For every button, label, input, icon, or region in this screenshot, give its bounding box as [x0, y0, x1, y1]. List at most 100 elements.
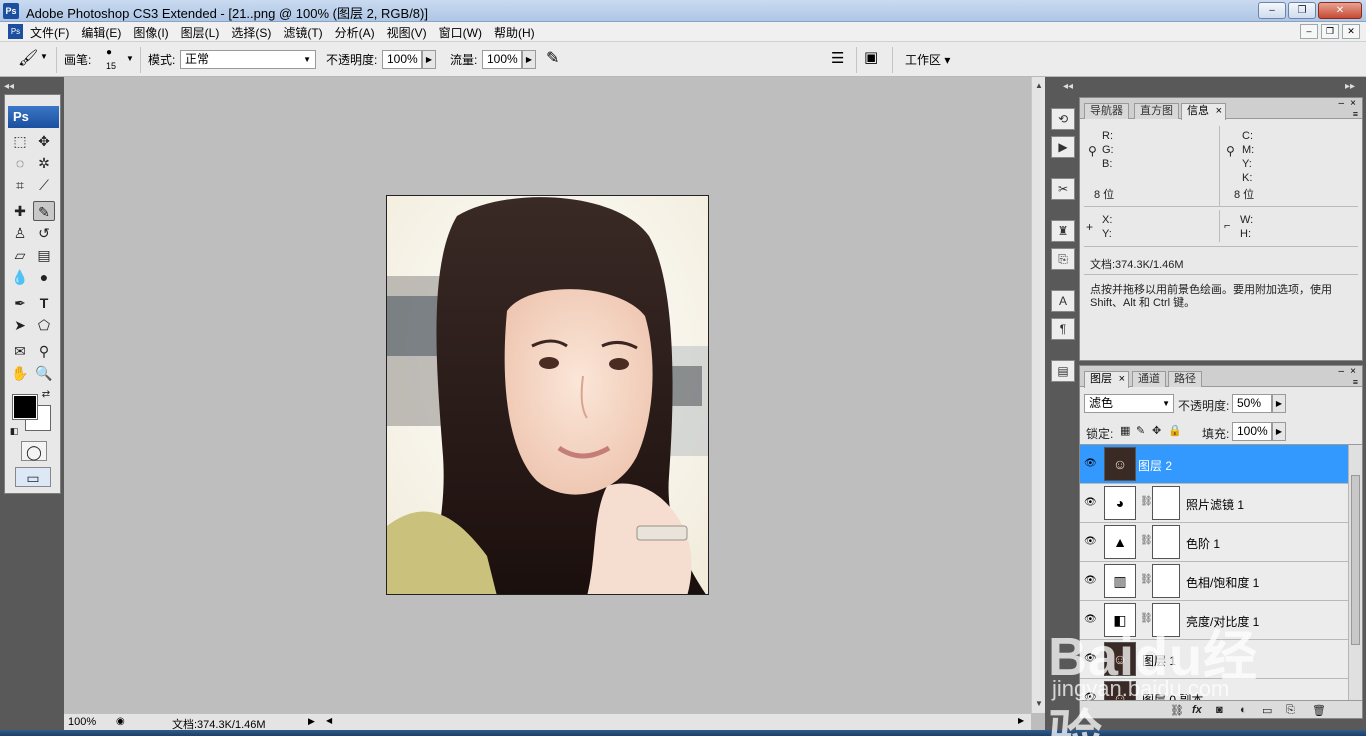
screen-mode-button[interactable]: ▭ — [15, 467, 51, 487]
delete-layer-icon[interactable]: 🗑 — [1312, 704, 1326, 717]
layer-style-icon[interactable]: fx — [1192, 704, 1202, 716]
default-colors-icon[interactable]: ◧ — [7, 421, 21, 441]
link-layers-icon[interactable]: ⛓ — [1170, 704, 1184, 717]
visibility-eye-icon[interactable]: 👁 — [1084, 614, 1097, 625]
lasso-tool-icon[interactable]: ◌ — [9, 153, 31, 173]
eraser-tool-icon[interactable]: ▱ — [9, 245, 31, 265]
palette-well-icon[interactable]: ☰ — [831, 49, 844, 67]
menu-filter[interactable]: 滤镜(T) — [283, 24, 330, 41]
brushes-panel-icon[interactable]: ♜ — [1051, 220, 1075, 242]
blend-mode-select[interactable]: 滤色 ▼ — [1084, 394, 1174, 413]
opacity-slider-button[interactable]: ▶ — [422, 50, 436, 69]
doc-restore-button[interactable]: ❐ — [1321, 24, 1339, 39]
status-menu-icon[interactable]: ◉ — [116, 716, 125, 727]
minimize-button[interactable]: – — [1258, 2, 1286, 19]
brush-picker-chevron-icon[interactable]: ▼ — [126, 54, 134, 63]
history-brush-tool-icon[interactable]: ↺ — [33, 223, 55, 243]
pen-tool-icon[interactable]: ✒ — [9, 293, 31, 313]
layers-scrollbar[interactable] — [1348, 445, 1362, 700]
menu-file[interactable]: 文件(F) — [30, 24, 77, 41]
close-icon[interactable]: × — [1119, 372, 1125, 387]
visibility-eye-icon[interactable]: 👁 — [1084, 653, 1097, 664]
actions-panel-icon[interactable]: ▶ — [1051, 136, 1075, 158]
blur-tool-icon[interactable]: 💧 — [9, 267, 31, 287]
tool-presets-panel-icon[interactable]: ✂ — [1051, 178, 1075, 200]
flow-slider-button[interactable]: ▶ — [522, 50, 536, 69]
crop-tool-icon[interactable]: ⌗ — [9, 175, 31, 195]
vertical-scrollbar[interactable]: ▲ ▼ — [1031, 77, 1045, 713]
tab-channels[interactable]: 通道 — [1132, 371, 1166, 387]
clone-source-panel-icon[interactable]: ⎘ — [1051, 248, 1075, 270]
menu-help[interactable]: 帮助(H) — [494, 24, 543, 41]
layer-name[interactable]: 色阶 1 — [1186, 535, 1220, 552]
path-selection-tool-icon[interactable]: ➤ — [9, 315, 31, 335]
panel-menu-icon[interactable]: ≡ — [1353, 109, 1358, 119]
chevron-down-icon[interactable]: ▼ — [40, 52, 48, 61]
lock-pixels-icon[interactable]: ✎ — [1136, 424, 1145, 437]
opacity-input[interactable]: 100% — [382, 50, 422, 69]
layer-name[interactable]: 图层 1 — [1142, 652, 1176, 669]
brush-tool-icon[interactable]: ✎ — [33, 201, 55, 221]
scroll-thumb[interactable] — [1351, 475, 1360, 645]
layer-name[interactable]: 亮度/对比度 1 — [1186, 613, 1259, 630]
menu-analysis[interactable]: 分析(A) — [335, 24, 383, 41]
scroll-right-icon[interactable]: ▶ — [1018, 716, 1024, 725]
visibility-eye-icon[interactable]: 👁 — [1084, 458, 1097, 469]
layer-row[interactable]: 👁 ☺ 图层 1 — [1080, 640, 1348, 679]
slice-tool-icon[interactable]: ⟋ — [33, 175, 55, 195]
foreground-color-swatch[interactable] — [12, 394, 38, 420]
menu-image[interactable]: 图像(I) — [133, 24, 176, 41]
new-layer-icon[interactable]: ⎘ — [1286, 704, 1295, 717]
swap-colors-icon[interactable]: ⇄ — [39, 385, 53, 405]
link-chain-icon[interactable]: ⛓ — [1140, 574, 1153, 585]
marquee-tool-icon[interactable]: ⬚ — [9, 131, 31, 151]
workspace-button[interactable]: 工作区 ▾ — [905, 51, 950, 68]
layer-name[interactable]: 照片滤镜 1 — [1186, 496, 1244, 513]
flow-input[interactable]: 100% — [482, 50, 522, 69]
tab-info[interactable]: 信息 × — [1181, 103, 1226, 120]
new-adjustment-layer-icon[interactable]: ◐ — [1240, 704, 1247, 716]
character-panel-icon[interactable]: A — [1051, 290, 1075, 312]
type-tool-icon[interactable]: T — [33, 293, 55, 313]
link-chain-icon[interactable]: ⛓ — [1140, 613, 1153, 624]
layer-row[interactable]: 👁 ◕ ⛓ 照片滤镜 1 — [1080, 484, 1348, 523]
paragraph-panel-icon[interactable]: ¶ — [1051, 318, 1075, 340]
airbrush-icon[interactable]: ✎ — [546, 48, 559, 68]
close-button[interactable]: ✕ — [1318, 2, 1362, 19]
tab-paths[interactable]: 路径 — [1168, 371, 1202, 387]
healing-brush-tool-icon[interactable]: ✚ — [9, 201, 31, 221]
fill-input[interactable]: 100% — [1232, 422, 1272, 441]
minimize-panel-icon[interactable]: – — [1338, 366, 1344, 377]
menu-select[interactable]: 选择(S) — [231, 24, 279, 41]
visibility-eye-icon[interactable]: 👁 — [1084, 692, 1097, 700]
history-panel-icon[interactable]: ⟲ — [1051, 108, 1075, 130]
collapse-arrows-icon[interactable]: ◂◂ — [1063, 81, 1073, 92]
menu-window[interactable]: 窗口(W) — [439, 24, 490, 41]
magic-wand-tool-icon[interactable]: ✲ — [33, 153, 55, 173]
link-chain-icon[interactable]: ⛓ — [1140, 496, 1153, 507]
tab-navigator[interactable]: 导航器 — [1084, 103, 1129, 119]
minimize-panel-icon[interactable]: – — [1338, 98, 1344, 109]
scroll-left-icon[interactable]: ◀ — [326, 716, 332, 725]
scroll-up-icon[interactable]: ▲ — [1035, 81, 1043, 90]
layer-row[interactable]: 👁 ◧ ⛓ 亮度/对比度 1 — [1080, 601, 1348, 640]
zoom-tool-icon[interactable]: 🔍 — [33, 363, 55, 383]
document-icon[interactable]: Ps — [8, 24, 23, 39]
add-mask-icon[interactable]: ◙ — [1216, 704, 1223, 716]
collapse-arrows-icon[interactable]: ◂◂ — [4, 81, 14, 92]
tab-layers[interactable]: 图层 × — [1084, 371, 1129, 388]
layer-name[interactable]: 图层 0 副本 — [1142, 691, 1203, 700]
status-arrow-icon[interactable]: ▶ — [308, 716, 315, 727]
eyedropper-tool-icon[interactable]: ⚲ — [33, 341, 55, 361]
lock-transparency-icon[interactable]: ▦ — [1120, 424, 1130, 437]
layer-row[interactable]: 👁 ▲ ⛓ 色阶 1 — [1080, 523, 1348, 562]
layer-row[interactable]: 👁 ☺ 图层 0 副本 — [1080, 679, 1348, 700]
visibility-eye-icon[interactable]: 👁 — [1084, 575, 1097, 586]
layer-name[interactable]: 图层 2 — [1138, 457, 1172, 474]
close-icon[interactable]: × — [1350, 98, 1356, 109]
restore-button[interactable]: ❐ — [1288, 2, 1316, 19]
doc-close-button[interactable]: ✕ — [1342, 24, 1360, 39]
mode-select[interactable]: 正常 ▼ — [180, 50, 316, 69]
layer-comps-panel-icon[interactable]: ▤ — [1051, 360, 1075, 382]
new-group-icon[interactable]: ▭ — [1262, 704, 1272, 717]
